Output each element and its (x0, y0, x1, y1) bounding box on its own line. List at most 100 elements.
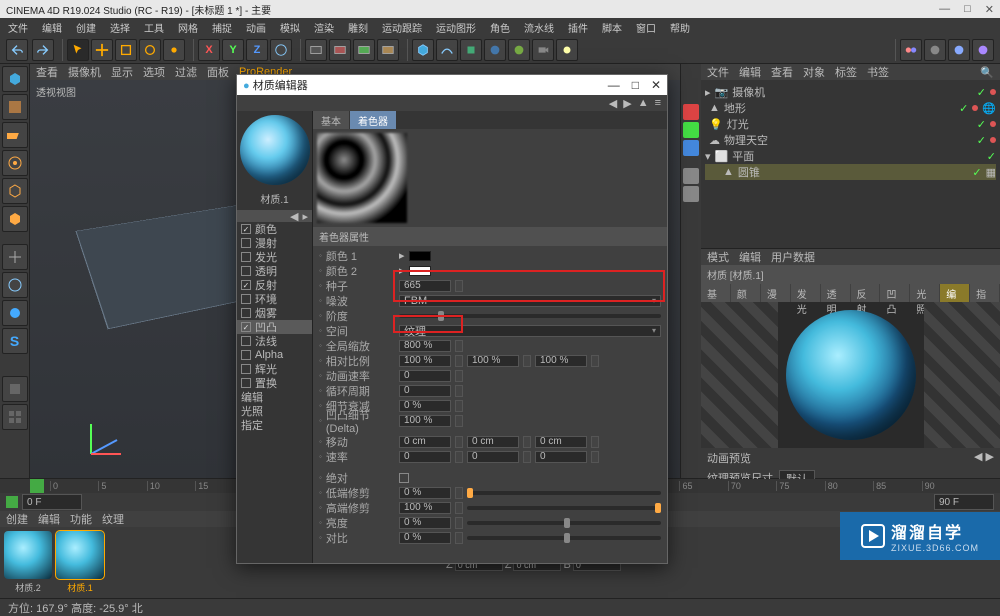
move-tool[interactable] (91, 39, 113, 61)
menu-item[interactable]: 运动跟踪 (382, 20, 422, 35)
dialog-close-button[interactable]: ✕ (651, 78, 661, 92)
channel-row[interactable]: 反射 (237, 278, 312, 292)
viewport-tab[interactable]: 显示 (111, 64, 133, 80)
menu-item[interactable]: 动画 (246, 20, 266, 35)
axis-z-button[interactable]: Z (246, 39, 268, 61)
menu-item[interactable]: 创建 (76, 20, 96, 35)
noise-select[interactable]: FBM▾ (399, 295, 661, 307)
objpanel-tab[interactable]: 查看 (771, 64, 793, 80)
attr-subtab[interactable]: 指定 (970, 284, 999, 302)
lock-icon[interactable]: ◀ (290, 210, 298, 222)
nav-up-icon[interactable]: ▲ (638, 97, 649, 109)
nav-fwd-icon[interactable]: ▶ (623, 97, 631, 110)
small-tool[interactable] (683, 186, 699, 202)
viewport-tab[interactable]: 摄像机 (68, 64, 101, 80)
generator-button[interactable] (460, 39, 482, 61)
playhead-icon[interactable] (30, 479, 44, 493)
viewport-tab[interactable]: 面板 (207, 64, 229, 80)
viewport-tab[interactable]: 查看 (36, 64, 58, 80)
minimize-button[interactable]: — (939, 3, 950, 16)
render-queue-button[interactable] (377, 39, 399, 61)
menu-item[interactable]: 工具 (144, 20, 164, 35)
undo-button[interactable] (6, 39, 28, 61)
workplane-button[interactable] (2, 122, 28, 148)
camera-button[interactable] (532, 39, 554, 61)
menu-item[interactable]: 窗口 (636, 20, 656, 35)
redo-button[interactable] (32, 39, 54, 61)
channel-checkbox[interactable] (241, 364, 251, 374)
spinner[interactable] (455, 340, 463, 352)
objpanel-tab[interactable]: 文件 (707, 64, 729, 80)
menu-item[interactable]: 模拟 (280, 20, 300, 35)
menu-item[interactable]: 帮助 (670, 20, 690, 35)
nav-menu-icon[interactable]: ≡ (655, 97, 661, 109)
dialog-tab[interactable]: 基本 (313, 111, 349, 129)
soft-select-button[interactable] (2, 300, 28, 326)
objpanel-tab[interactable]: 对象 (803, 64, 825, 80)
attr-subtab[interactable]: 颜色 (731, 284, 760, 302)
primitive-button[interactable] (412, 39, 434, 61)
abs-checkbox[interactable] (399, 473, 409, 483)
color-swatch[interactable] (409, 266, 431, 276)
matbar-tab[interactable]: 纹理 (102, 511, 124, 527)
channel-row[interactable]: 发光 (237, 250, 312, 264)
axis-x-button[interactable]: X (198, 39, 220, 61)
edge-mode-button[interactable] (2, 178, 28, 204)
channel-row[interactable]: 漫射 (237, 236, 312, 250)
object-row[interactable]: 💡灯光✓ (705, 116, 996, 132)
material-thumb[interactable] (4, 531, 52, 579)
object-row[interactable]: ☁物理天空✓ (705, 132, 996, 148)
objpanel-tab[interactable]: 标签 (835, 64, 857, 80)
objpanel-tab[interactable]: 编辑 (739, 64, 761, 80)
dialog-tab[interactable]: 着色器 (350, 111, 396, 129)
channel-checkbox[interactable] (241, 294, 251, 304)
menu-item[interactable]: 选择 (110, 20, 130, 35)
channel-checkbox[interactable] (241, 280, 251, 290)
current-frame-field[interactable]: 0 F (22, 494, 82, 510)
viewport-solo-button[interactable] (2, 376, 28, 402)
channel-checkbox[interactable] (241, 336, 251, 346)
layout2-button[interactable] (924, 39, 946, 61)
keyframe-marker[interactable] (6, 496, 18, 508)
light-button[interactable] (556, 39, 578, 61)
arrow-icon[interactable]: ▸ (302, 210, 308, 222)
layout-button[interactable] (900, 39, 922, 61)
dialog-minimize-button[interactable]: — (608, 78, 620, 92)
spinner[interactable] (455, 280, 463, 292)
channel-row[interactable]: 透明 (237, 264, 312, 278)
channel-checkbox[interactable] (241, 252, 251, 262)
menu-item[interactable]: 捕捉 (212, 20, 232, 35)
viewport-button[interactable] (2, 404, 28, 430)
nav-back-icon[interactable]: ◀ (609, 97, 617, 110)
render-view-button[interactable] (305, 39, 327, 61)
attr-tab[interactable]: 编辑 (739, 249, 761, 265)
channel-checkbox[interactable] (241, 350, 251, 360)
attr-tab[interactable]: 模式 (707, 249, 729, 265)
dialog-maximize-button[interactable]: □ (632, 78, 639, 92)
spline-button[interactable] (436, 39, 458, 61)
menu-item[interactable]: 网格 (178, 20, 198, 35)
matbar-tab[interactable]: 功能 (70, 511, 92, 527)
objpanel-tab[interactable]: 书签 (867, 64, 889, 80)
channel-row[interactable]: 辉光 (237, 362, 312, 376)
menu-item[interactable]: 编辑 (42, 20, 62, 35)
object-row[interactable]: ▾⬜平面✓ (705, 148, 996, 164)
space-select[interactable]: 纹理▾ (399, 325, 661, 337)
environment-button[interactable] (508, 39, 530, 61)
dialog-titlebar[interactable]: ● 材质编辑器 — □ ✕ (237, 75, 667, 95)
small-tool[interactable] (683, 168, 699, 184)
channel-checkbox[interactable] (241, 266, 251, 276)
color-swatch[interactable] (409, 251, 431, 261)
channel-row[interactable]: 法线 (237, 334, 312, 348)
menu-item[interactable]: 运动图形 (436, 20, 476, 35)
point-mode-button[interactable] (2, 150, 28, 176)
global-scale-field[interactable]: 800 % (399, 340, 451, 352)
matbar-tab[interactable]: 编辑 (38, 511, 60, 527)
attr-subtab[interactable]: 反射 (851, 284, 880, 302)
matbar-tab[interactable]: 创建 (6, 511, 28, 527)
menu-item[interactable]: 文件 (8, 20, 28, 35)
model-mode-button[interactable] (2, 66, 28, 92)
viewport-tab[interactable]: 选项 (143, 64, 165, 80)
scale-tool[interactable] (115, 39, 137, 61)
end-frame-field[interactable]: 90 F (934, 494, 994, 510)
